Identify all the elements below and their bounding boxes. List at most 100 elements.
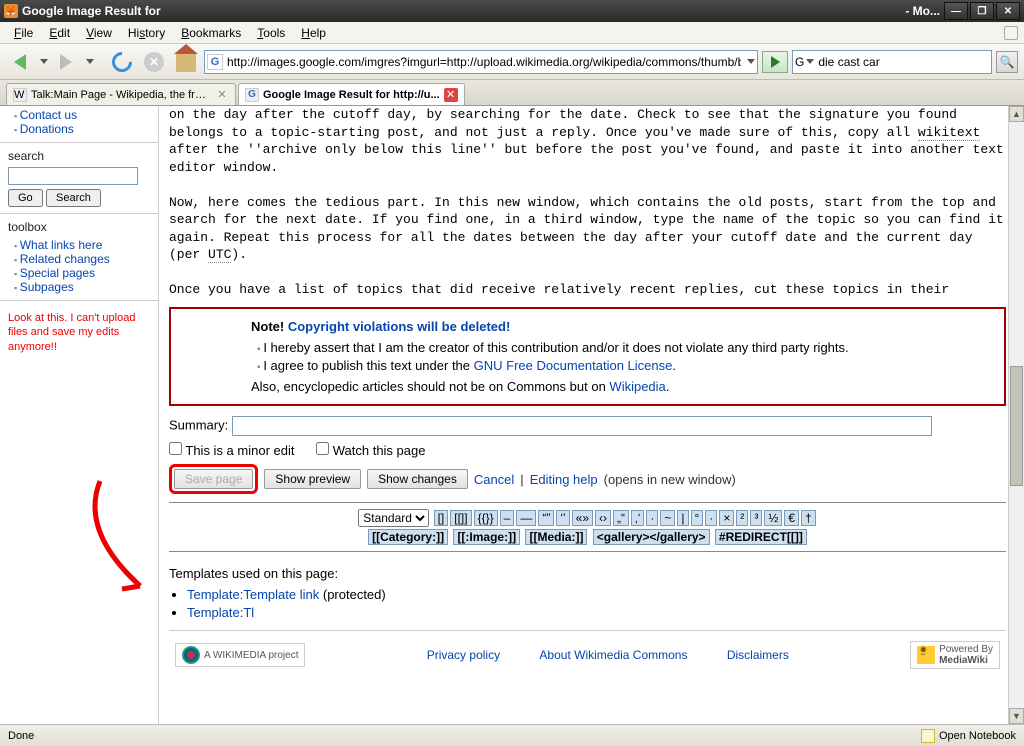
sidebar-link-subpages[interactable]: Subpages (20, 280, 74, 294)
tab-wikipedia[interactable]: W Talk:Main Page - Wikipedia, the free e… (6, 83, 236, 105)
url-dropdown[interactable] (747, 59, 755, 64)
search-button[interactable]: 🔍 (996, 51, 1018, 73)
watch-page-checkbox[interactable]: Watch this page (316, 443, 425, 458)
wiki-markup-insert[interactable]: [[Category:]] (368, 529, 448, 545)
menu-history[interactable]: History (120, 24, 173, 42)
sidebar-search-input[interactable] (8, 167, 138, 185)
search-engine-dropdown[interactable] (806, 59, 814, 64)
back-button[interactable] (6, 48, 34, 76)
wiki-markup-insert[interactable]: [[:Image:]] (453, 529, 520, 545)
character-toolbar: Standard [][[]]{{}}–—“”‘’«»‹›„“‚‘·~|°·×²… (169, 502, 1006, 552)
menu-help[interactable]: Help (293, 24, 334, 42)
sidebar-search-button[interactable]: Search (46, 189, 101, 207)
sidebar-link-contact[interactable]: Contact us (20, 108, 77, 122)
editing-help-link[interactable]: Editing help (530, 472, 598, 487)
maximize-button[interactable]: ❐ (970, 2, 994, 20)
char-insert[interactable]: · (705, 510, 717, 526)
open-notebook-button[interactable]: Open Notebook (921, 729, 1016, 743)
char-insert[interactable]: ~ (660, 510, 675, 526)
char-insert[interactable]: ½ (764, 510, 782, 526)
char-insert[interactable]: ‚‘ (631, 510, 644, 526)
go-button[interactable] (762, 51, 788, 73)
gfdl-link[interactable]: GNU Free Documentation License (474, 358, 673, 373)
char-insert[interactable]: ² (736, 510, 748, 526)
sidebar-link-related[interactable]: Related changes (20, 252, 110, 266)
tab-close-icon[interactable]: ✕ (444, 88, 458, 102)
tab-close-icon[interactable]: ✕ (215, 88, 229, 102)
char-insert[interactable]: {{}} (474, 510, 498, 526)
template-link-1[interactable]: Template:Template link (187, 587, 319, 602)
note-violation: Copyright violations will be deleted! (288, 319, 510, 334)
home-button[interactable] (172, 48, 200, 76)
sidebar-link-special[interactable]: Special pages (20, 266, 95, 280)
site-favicon: G (207, 54, 223, 70)
note-also: Also, encyclopedic articles should not b… (251, 379, 992, 394)
stop-button[interactable]: ✕ (140, 48, 168, 76)
forward-dropdown[interactable] (86, 59, 94, 64)
mediawiki-badge[interactable]: 🌻 Powered ByMediaWiki (910, 641, 1000, 669)
reload-button[interactable] (108, 48, 136, 76)
footer-privacy-link[interactable]: Privacy policy (427, 648, 500, 662)
scroll-thumb[interactable] (1010, 366, 1023, 486)
char-insert[interactable]: × (719, 510, 734, 526)
footer-about-link[interactable]: About Wikimedia Commons (539, 648, 687, 662)
search-engine-icon: G (795, 55, 804, 69)
back-dropdown[interactable] (40, 59, 48, 64)
char-insert[interactable]: · (646, 510, 658, 526)
copyright-note-box: Note! Copyright violations will be delet… (169, 307, 1006, 406)
close-button[interactable]: ✕ (996, 2, 1020, 20)
char-insert[interactable]: ‘’ (556, 510, 569, 526)
sidebar: Contact us Donations search Go Search to… (0, 106, 158, 724)
wiki-markup-insert[interactable]: #REDIRECT[[]] (715, 529, 807, 545)
wiki-markup-insert[interactable]: <gallery></gallery> (593, 529, 710, 545)
search-bar[interactable]: G (792, 50, 992, 74)
menu-file[interactable]: File (6, 24, 41, 42)
char-insert[interactable]: ‹› (595, 510, 611, 526)
google-favicon: G (245, 88, 259, 102)
char-insert[interactable]: — (516, 510, 536, 526)
url-input[interactable] (223, 55, 745, 69)
menu-view[interactable]: View (78, 24, 120, 42)
menu-tools[interactable]: Tools (249, 24, 293, 42)
char-insert[interactable]: € (784, 510, 799, 526)
char-insert[interactable]: ³ (750, 510, 762, 526)
show-preview-button[interactable]: Show preview (264, 469, 361, 489)
menu-edit[interactable]: Edit (41, 24, 78, 42)
char-insert[interactable]: «» (572, 510, 593, 526)
wikipedia-link[interactable]: Wikipedia (609, 379, 665, 394)
footer-disclaimers-link[interactable]: Disclaimers (727, 648, 789, 662)
char-insert[interactable]: ° (691, 510, 704, 526)
sidebar-link-whatlinks[interactable]: What links here (20, 238, 103, 252)
char-insert[interactable]: † (801, 510, 816, 526)
sidebar-go-button[interactable]: Go (8, 189, 43, 207)
minimize-button[interactable]: — (944, 2, 968, 20)
url-bar[interactable]: G (204, 50, 758, 74)
menu-bookmarks[interactable]: Bookmarks (173, 24, 249, 42)
wikimedia-badge[interactable]: A WIKIMEDIA project (175, 643, 305, 667)
summary-label: Summary: (169, 417, 228, 432)
char-insert[interactable]: “” (538, 510, 554, 526)
tab-google-image[interactable]: G Google Image Result for http://u... ✕ (238, 83, 465, 105)
scroll-up-icon[interactable]: ▲ (1009, 106, 1024, 122)
tab-label: Google Image Result for http://u... (263, 89, 440, 101)
char-insert[interactable]: „“ (613, 510, 629, 526)
char-insert[interactable]: – (500, 510, 515, 526)
char-insert[interactable]: [[]] (450, 510, 471, 526)
save-page-button[interactable]: Save page (174, 469, 253, 489)
show-changes-button[interactable]: Show changes (367, 469, 468, 489)
note-label: Note! (251, 319, 284, 334)
scroll-down-icon[interactable]: ▼ (1009, 708, 1024, 724)
char-insert[interactable]: [] (434, 510, 449, 526)
scrollbar[interactable]: ▲ ▼ (1008, 106, 1024, 724)
forward-button[interactable] (52, 48, 80, 76)
summary-input[interactable] (232, 416, 932, 436)
search-input[interactable] (814, 55, 989, 69)
sidebar-link-donations[interactable]: Donations (20, 122, 74, 136)
minor-edit-checkbox[interactable]: This is a minor edit (169, 443, 294, 458)
wiki-markup-insert[interactable]: [[Media:]] (525, 529, 587, 545)
char-insert[interactable]: | (677, 510, 688, 526)
charset-select[interactable]: Standard (358, 509, 429, 527)
template-link-2[interactable]: Template:Tl (187, 605, 254, 620)
user-annotation: Look at this. I can't upload files and s… (8, 311, 150, 354)
cancel-link[interactable]: Cancel (474, 472, 514, 487)
